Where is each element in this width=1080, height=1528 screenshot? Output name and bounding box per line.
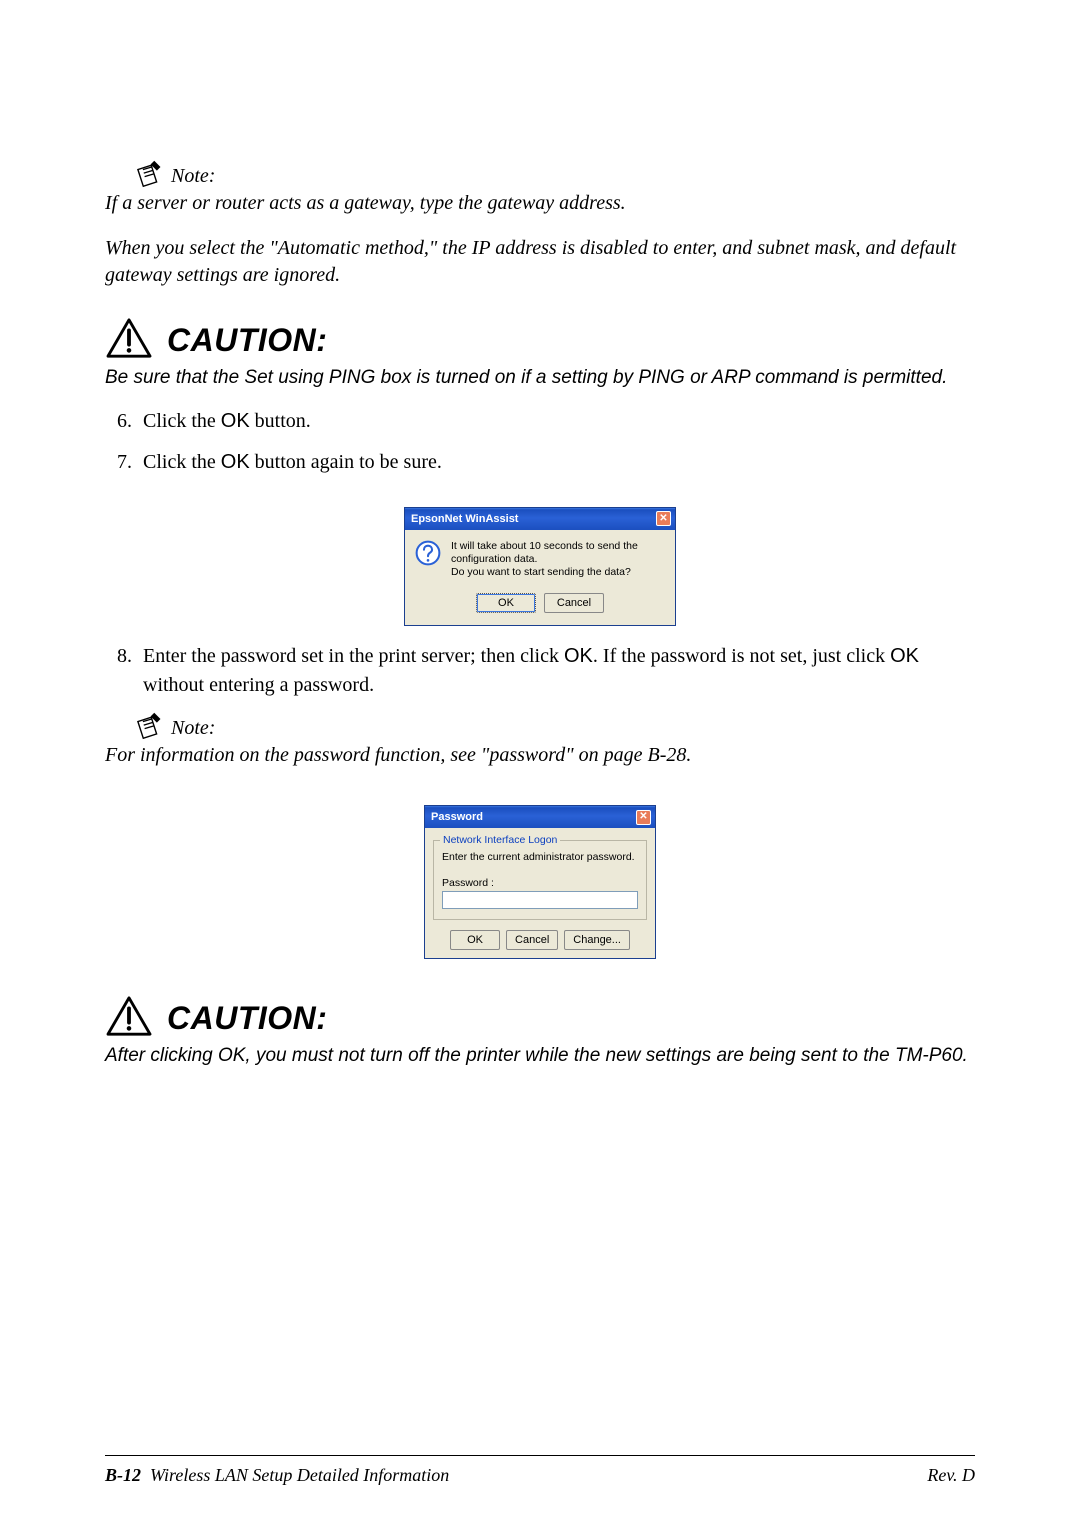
fieldset-legend: Network Interface Logon xyxy=(440,834,560,846)
dialog-epsonnet-winassist: EpsonNet WinAssist ✕ It will take about … xyxy=(404,507,676,626)
step-list-2: Enter the password set in the print serv… xyxy=(105,642,975,700)
note-icon xyxy=(135,160,163,188)
dialog-message: It will take about 10 seconds to send th… xyxy=(451,540,665,579)
caution-body-1: Be sure that the Set using PING box is t… xyxy=(105,365,975,391)
logon-fieldset: Network Interface Logon Enter the curren… xyxy=(433,840,647,920)
page-number: B-12 xyxy=(105,1465,141,1485)
footer-rule xyxy=(105,1455,975,1456)
note-icon xyxy=(135,712,163,740)
caution-heading-2: CAUTION: xyxy=(105,995,975,1037)
dialog-titlebar: EpsonNet WinAssist ✕ xyxy=(405,508,675,530)
step-8: Enter the password set in the print serv… xyxy=(137,642,975,700)
change-button[interactable]: Change... xyxy=(564,930,630,950)
close-icon[interactable]: ✕ xyxy=(656,511,671,526)
footer-title: Wireless LAN Setup Detailed Information xyxy=(150,1465,449,1485)
step-list: Click the OK button. Click the OK button… xyxy=(105,407,975,477)
close-icon[interactable]: ✕ xyxy=(636,810,651,825)
question-icon xyxy=(415,540,441,566)
cancel-button[interactable]: Cancel xyxy=(506,930,558,950)
note-block-2: Note: For information on the password fu… xyxy=(105,712,975,769)
password-label: Password : xyxy=(442,877,638,889)
note-body-line2: When you select the "Automatic method," … xyxy=(105,235,975,289)
password-prompt: Enter the current administrator password… xyxy=(442,851,638,863)
ok-button[interactable]: OK xyxy=(476,593,536,613)
caution-label: CAUTION: xyxy=(167,322,327,359)
note-block-1: Note: If a server or router acts as a ga… xyxy=(105,160,975,289)
note-body-line1: If a server or router acts as a gateway,… xyxy=(105,190,975,217)
dialog-titlebar: Password ✕ xyxy=(425,806,655,828)
footer-left: B-12 Wireless LAN Setup Detailed Informa… xyxy=(105,1465,449,1486)
warning-triangle-icon xyxy=(105,317,153,359)
note-label: Note: xyxy=(171,165,215,188)
dialog-title: Password xyxy=(431,811,483,823)
dialog-password: Password ✕ Network Interface Logon Enter… xyxy=(424,805,656,959)
page-footer: B-12 Wireless LAN Setup Detailed Informa… xyxy=(105,1465,975,1486)
warning-triangle-icon xyxy=(105,995,153,1037)
caution-heading-1: CAUTION: xyxy=(105,317,975,359)
password-input[interactable] xyxy=(442,891,638,909)
revision-label: Rev. D xyxy=(927,1465,975,1486)
note-body-2: For information on the password function… xyxy=(105,742,975,769)
cancel-button[interactable]: Cancel xyxy=(544,593,604,613)
ok-button[interactable]: OK xyxy=(450,930,500,950)
caution-body-2: After clicking OK, you must not turn off… xyxy=(105,1043,975,1069)
note-label: Note: xyxy=(171,717,215,740)
step-6: Click the OK button. xyxy=(137,407,975,436)
caution-label: CAUTION: xyxy=(167,1000,327,1037)
step-7: Click the OK button again to be sure. xyxy=(137,448,975,477)
dialog-title: EpsonNet WinAssist xyxy=(411,513,518,525)
